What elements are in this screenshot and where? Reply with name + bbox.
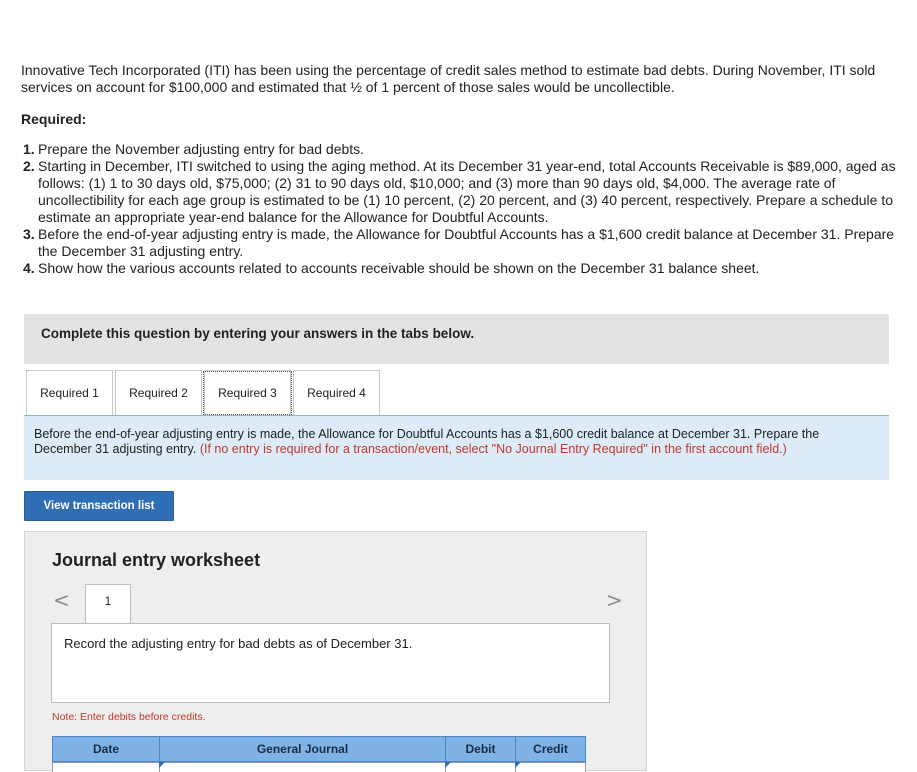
column-header-date: Date <box>52 736 159 762</box>
chevron-left-icon[interactable]: < <box>53 588 70 612</box>
requirement-item-3: 3. Before the end-of-year adjusting entry… <box>23 226 895 259</box>
credit-cell[interactable] <box>515 762 586 772</box>
requirements-list: 1. Prepare the November adjusting entry f… <box>21 141 901 277</box>
column-header-debit: Debit <box>445 736 515 762</box>
problem-intro: Innovative Tech Incorporated (ITI) has b… <box>21 62 876 95</box>
column-header-general-journal: General Journal <box>159 736 445 762</box>
tab-required-3[interactable]: Required 3 <box>203 370 292 416</box>
dropdown-indicator-icon <box>445 762 451 768</box>
instructions-red-note: (If no entry is required for a transacti… <box>199 442 787 456</box>
problem-statement: Innovative Tech Incorporated (ITI) has b… <box>21 62 901 277</box>
journal-entry-worksheet: Journal entry worksheet < 1 > Record the… <box>24 531 647 772</box>
chevron-right-icon[interactable]: > <box>606 588 623 612</box>
journal-table-header: Date General Journal Debit Credit <box>52 736 586 762</box>
debits-credits-note: Note: Enter debits before credits. <box>52 711 206 723</box>
column-header-credit: Credit <box>515 736 586 762</box>
debit-cell[interactable] <box>445 762 515 772</box>
date-cell[interactable] <box>52 762 159 772</box>
worksheet-title: Journal entry worksheet <box>52 550 261 570</box>
tab-required-4[interactable]: Required 4 <box>293 370 380 416</box>
complete-question-banner: Complete this question by entering your … <box>24 314 889 364</box>
entry-description: Record the adjusting entry for bad debts… <box>51 623 610 703</box>
dropdown-indicator-icon <box>515 762 521 768</box>
required-heading: Required: <box>21 111 87 127</box>
view-transaction-list-button[interactable]: View transaction list <box>24 491 174 521</box>
entry-tab-1[interactable]: 1 <box>85 584 131 624</box>
tab-required-1[interactable]: Required 1 <box>26 370 113 416</box>
requirement-item-4: 4. Show how the various accounts related … <box>23 260 760 276</box>
general-journal-cell[interactable] <box>159 762 445 772</box>
tab-required-2[interactable]: Required 2 <box>115 370 202 416</box>
tab-instructions: Before the end-of-year adjusting entry i… <box>24 416 889 480</box>
dropdown-indicator-icon <box>159 762 165 768</box>
requirement-item-1: 1. Prepare the November adjusting entry f… <box>23 141 365 157</box>
requirement-item-2: 2. Starting in December, ITI switched to … <box>23 158 896 225</box>
table-row <box>52 762 586 772</box>
